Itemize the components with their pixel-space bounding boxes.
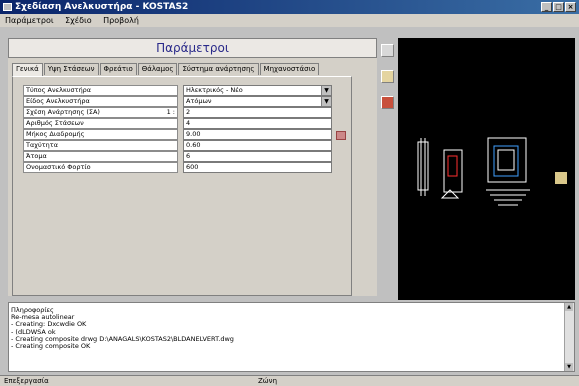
field-label: Αριθμός Στάσεων	[23, 118, 178, 129]
form-panel: Τύπος Ανελκυστήρα Ηλεκτρικός - Νέο ▼ Είδο…	[12, 76, 352, 296]
parameters-pane: Παράμετροι Γενικά Υψη Στάσεων Φρεάτιο Θά…	[8, 38, 377, 296]
title-bar: Σχεδίαση Ανελκυστήρα - KOSTAS2 _ □ ×	[0, 0, 579, 14]
maximize-button[interactable]: □	[553, 2, 564, 12]
select-value: Ηλεκτρικός - Νέο	[186, 86, 243, 94]
form-row: Τύπος Ανελκυστήρα Ηλεκτρικός - Νέο ▼	[23, 85, 332, 96]
lift-kind-select[interactable]: Ατόμων ▼	[183, 96, 332, 107]
field-label: Είδος Ανελκυστήρα	[23, 96, 178, 107]
close-button[interactable]: ×	[565, 2, 576, 12]
field-label: Ονομαστικό Φορτίο	[23, 162, 178, 173]
elevator-drawing	[417, 137, 567, 206]
select-value: Ατόμων	[186, 97, 212, 105]
chevron-down-icon[interactable]: ▼	[321, 86, 331, 95]
tab-strip: Γενικά Υψη Στάσεων Φρεάτιο Θάλαμος Σύστη…	[12, 63, 320, 76]
status-bar: Επεξεργασία Ζώνη	[0, 375, 579, 386]
drawing-tool-icon[interactable]	[381, 70, 394, 83]
form-row: Είδος Ανελκυστήρα Ατόμων ▼	[23, 96, 332, 107]
output-console[interactable]: Πληροφορίες Re-mesa autolinear - Creatin…	[8, 302, 575, 372]
form-row: Μήκος Διαδρομής 9.00	[23, 129, 332, 140]
field-label: Σχέση Ανάρτησης (ΣΑ) 1 :	[23, 107, 178, 118]
console-line: Re-mesa autolinear	[11, 313, 75, 322]
panel-title: Παράμετροι	[8, 38, 377, 58]
scroll-up-icon[interactable]: ▲	[565, 303, 573, 311]
tab-shaft[interactable]: Φρεάτιο	[99, 63, 137, 75]
minimize-button[interactable]: _	[541, 2, 552, 12]
field-label: Μήκος Διαδρομής	[23, 129, 178, 140]
form-row: Ταχύτητα 0.60	[23, 140, 332, 151]
console-line: - Creating composite drwg D:\ANAGALS\KOS…	[11, 334, 234, 343]
field-label: Άτομα	[23, 151, 178, 162]
chevron-down-icon[interactable]: ▼	[321, 97, 331, 106]
menu-drawing[interactable]: Σχέδιο	[65, 16, 92, 25]
travel-length-input[interactable]: 9.00	[183, 129, 332, 140]
field-label: Ταχύτητα	[23, 140, 178, 151]
stops-count-input[interactable]: 4	[183, 118, 332, 129]
form-row: Σχέση Ανάρτησης (ΣΑ) 1 : 2	[23, 107, 332, 118]
console-scrollbar[interactable]: ▲ ▼	[564, 303, 574, 371]
persons-input[interactable]: 6	[183, 151, 332, 162]
label-text: Σχέση Ανάρτησης (ΣΑ)	[26, 108, 100, 116]
scroll-down-icon[interactable]: ▼	[565, 363, 573, 371]
app-icon	[3, 3, 12, 11]
menu-view[interactable]: Προβολή	[103, 16, 139, 25]
rated-load-input[interactable]: 600	[183, 162, 332, 173]
console-line: - Creating: Dxcwdie OK	[11, 320, 87, 329]
export-icon[interactable]	[381, 96, 394, 109]
drawing-preview[interactable]	[398, 38, 575, 300]
window-title: Σχεδίαση Ανελκυστήρα - KOSTAS2	[15, 2, 189, 12]
ratio-mark: 1 :	[166, 108, 175, 116]
menu-bar: Παράμετροι Σχέδιο Προβολή	[0, 14, 579, 27]
speed-input[interactable]: 0.60	[183, 140, 332, 151]
tab-general[interactable]: Γενικά	[12, 63, 43, 76]
lift-type-select[interactable]: Ηλεκτρικός - Νέο ▼	[183, 85, 332, 96]
menu-parameters[interactable]: Παράμετροι	[5, 16, 54, 25]
tab-suspension[interactable]: Σύστημα ανάρτησης	[178, 63, 259, 75]
form-row: Ονομαστικό Φορτίο 600	[23, 162, 332, 173]
tab-cabin[interactable]: Θάλαμος	[137, 63, 178, 75]
tab-machine-room[interactable]: Μηχανοστάσιο	[259, 63, 320, 75]
form-row: Άτομα 6	[23, 151, 332, 162]
console-line: Πληροφορίες	[11, 306, 54, 314]
pin-icon[interactable]	[381, 44, 394, 57]
tab-floor-heights[interactable]: Υψη Στάσεων	[43, 63, 99, 75]
console-line: - Creating composite OK	[11, 342, 91, 351]
shaft-elevation-left	[417, 141, 429, 191]
calculator-icon[interactable]	[336, 131, 346, 140]
field-label: Τύπος Ανελκυστήρα	[23, 85, 178, 96]
side-toolbar	[380, 38, 396, 298]
suspension-ratio-input[interactable]: 2	[183, 107, 332, 118]
form-row: Αριθμός Στάσεων 4	[23, 118, 332, 129]
legend-icon	[555, 172, 567, 184]
